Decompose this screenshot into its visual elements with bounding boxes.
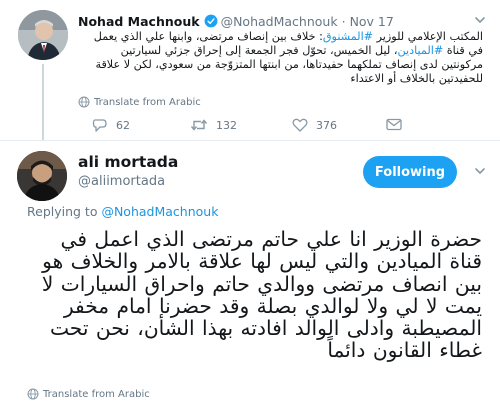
like-button[interactable]: 376 [292,118,337,132]
parent-text-part1: المكتب الإعلامي للوزير [373,30,483,43]
parent-handle[interactable]: @NohadMachnouk [221,14,338,29]
verified-badge-icon [204,14,217,28]
like-icon [292,118,308,132]
reply-translate-label: Translate from Arabic [43,388,150,400]
direct-message-button[interactable] [386,118,410,131]
replying-to-mention[interactable]: @NohadMachnouk [101,204,218,219]
reply-count: 62 [116,119,130,132]
direct-message-icon [386,118,402,131]
reply-display-name[interactable]: ali mortada [78,153,178,171]
hashtag-link-mayadeen[interactable]: #الميادين [397,44,443,57]
retweet-count: 132 [216,118,237,132]
globe-icon [27,388,39,400]
parent-timestamp[interactable]: Nov 17 [350,14,394,29]
parent-action-bar: 62 132 376 [78,118,408,134]
hashtag-link-machnouk[interactable]: #المشنوق [323,30,373,43]
parent-translate-label: Translate from Arabic [94,96,201,108]
parent-tweet-header: Nohad Machnouk @NohadMachnouk · Nov 17 [78,12,490,30]
parent-author-avatar[interactable] [18,10,68,60]
retweet-icon [190,119,208,131]
globe-icon [78,96,90,108]
like-count: 376 [316,118,337,132]
reply-button[interactable]: 62 [92,118,130,133]
chevron-down-icon[interactable] [474,165,486,177]
reply-tweet-text: حضرة الوزير انا علي حاتم مرتضى الذي اعمل… [41,227,482,363]
thread-connector-line [42,64,44,140]
following-button[interactable]: Following [363,156,457,188]
parent-tweet-text: المكتب الإعلامي للوزير #المشنوق: خلاف بي… [78,30,483,86]
reply-translate-link[interactable]: Translate from Arabic [27,388,150,400]
replying-to-prefix: Replying to [27,204,102,219]
reply-handle[interactable]: @aliimortada [78,174,165,189]
reply-tweet[interactable]: ali mortada @aliimortada Following Reply… [0,140,500,403]
reply-icon [92,119,107,132]
header-separator: · [341,13,346,29]
parent-tweet[interactable]: Nohad Machnouk @NohadMachnouk · Nov 17 ا… [0,0,500,140]
retweet-button[interactable]: 132 [190,118,237,132]
replying-to-line: Replying to @NohadMachnouk [27,204,218,219]
parent-display-name[interactable]: Nohad Machnouk [78,14,200,29]
chevron-down-icon[interactable] [474,14,486,26]
reply-author-avatar[interactable] [17,151,67,201]
parent-translate-link[interactable]: Translate from Arabic [78,96,201,108]
